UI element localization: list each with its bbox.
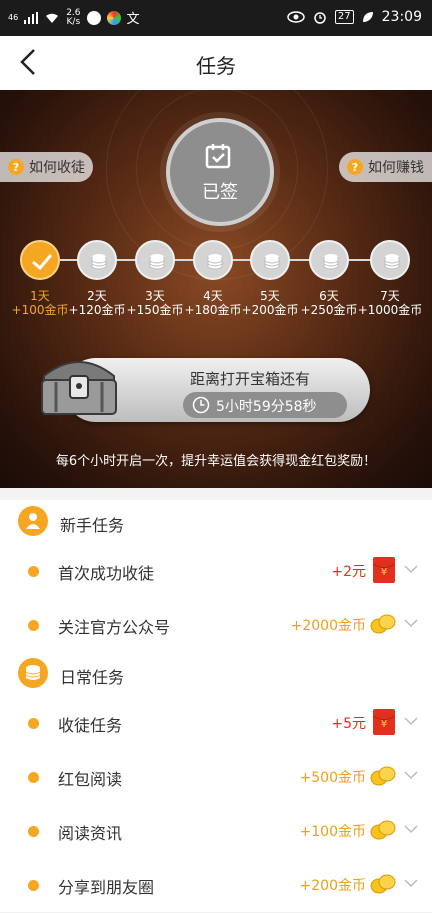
day-4-circle[interactable] <box>193 240 233 280</box>
timeline-dot <box>28 620 39 631</box>
chest-timer: 5小时59分58秒 <box>216 399 317 415</box>
timeline-dot <box>28 718 39 729</box>
gold-coins-icon <box>370 820 396 840</box>
task-reward: +2元 <box>331 564 366 580</box>
clock-icon <box>192 396 210 414</box>
signal-label: 46 <box>8 13 19 22</box>
how-to-recruit-label: 如何收徒 <box>29 160 85 176</box>
chevron-down-icon[interactable] <box>404 564 418 574</box>
wifi-icon <box>46 13 59 23</box>
task-label: 关注官方公众号 <box>58 618 171 637</box>
section-title: 日常任务 <box>60 668 125 687</box>
coin-stack-icon <box>149 254 165 270</box>
question-icon: ? <box>8 159 24 175</box>
checkmark-icon <box>32 254 53 271</box>
signin-button[interactable]: 已签 <box>166 118 274 226</box>
svg-text:¥: ¥ <box>381 567 387 578</box>
task-label: 收徒任务 <box>58 716 123 735</box>
day-5-circle[interactable] <box>250 240 290 280</box>
battery-icon: 27 <box>334 10 354 24</box>
timeline-dot <box>28 880 39 891</box>
how-to-earn-button[interactable]: ? 如何赚钱 <box>339 152 432 182</box>
task-label: 首次成功收徒 <box>58 564 155 583</box>
question-icon: ? <box>347 159 363 175</box>
chevron-down-icon[interactable] <box>404 716 418 726</box>
day-3-circle[interactable] <box>135 240 175 280</box>
status-right: 27 23:09 <box>287 9 422 25</box>
task-row[interactable]: 收徒任务 +5元 ¥ <box>0 696 432 751</box>
day-reward: +1000金币 <box>357 303 423 317</box>
svg-text:¥: ¥ <box>381 719 387 730</box>
leaf-icon <box>362 12 373 22</box>
timeline-dot <box>28 772 39 783</box>
section-header-daily: 日常任务 <box>0 652 432 697</box>
task-row[interactable]: 关注官方公众号 +2000金币 <box>0 598 432 653</box>
task-row[interactable]: 红包阅读 +500金币 <box>0 750 432 805</box>
coin-stack-icon <box>323 254 339 270</box>
day-6-circle[interactable] <box>309 240 349 280</box>
signin-label: 已签 <box>202 182 238 203</box>
task-reward: +2000金币 <box>290 618 366 634</box>
section-gap <box>0 488 432 500</box>
eye-icon <box>287 11 305 23</box>
chevron-down-icon[interactable] <box>404 878 418 888</box>
alarm-icon <box>314 12 326 24</box>
calendar-check-icon <box>205 144 231 169</box>
section-title: 新手任务 <box>60 516 125 535</box>
task-row[interactable]: 阅读资讯 +100金币 <box>0 804 432 859</box>
chevron-down-icon[interactable] <box>404 618 418 628</box>
net-speed: 2.6 K/s <box>66 7 81 27</box>
coin-stack-icon <box>264 254 280 270</box>
day-7-circle[interactable] <box>370 240 410 280</box>
day-2-circle[interactable] <box>77 240 117 280</box>
red-envelope-icon: ¥ <box>372 709 396 735</box>
app-circle-icon <box>106 10 121 25</box>
chest-hint: 每6个小时开启一次，提升幸运值会获得现金红包奖励！ <box>55 454 377 469</box>
translate-icon: 文 <box>126 12 140 27</box>
section-header-newbie: 新手任务 <box>0 500 432 545</box>
timeline-dot <box>28 566 39 577</box>
how-to-recruit-button[interactable]: ? 如何收徒 <box>0 152 93 182</box>
coin-stack-icon <box>91 254 107 270</box>
status-left: 46 2.6 K/s 文 <box>8 8 140 27</box>
how-to-earn-label: 如何赚钱 <box>368 160 424 176</box>
day-count: 7天 <box>380 289 400 303</box>
signal-icon <box>24 11 39 24</box>
red-envelope-icon: ¥ <box>372 557 396 583</box>
chest-title: 距离打开宝箱还有 <box>190 370 311 388</box>
task-label: 红包阅读 <box>58 770 123 789</box>
gold-coins-icon <box>370 614 396 634</box>
task-label: 阅读资讯 <box>58 824 123 843</box>
coin-stack-icon <box>384 254 400 270</box>
day-7-label: 7天 +1000金币 <box>354 289 426 317</box>
chat-app-icon <box>86 10 101 25</box>
app-header: 任务 <box>0 36 432 90</box>
signin-hero: 已签 ? 如何收徒 ? 如何赚钱 距离打开宝箱还有 5小时59分58秒 每6个小… <box>0 90 432 488</box>
coin-stack-icon <box>207 254 223 270</box>
user-icon <box>18 506 48 536</box>
task-row[interactable]: 分享到朋友圈 +200金币 <box>0 858 432 913</box>
chevron-down-icon[interactable] <box>404 824 418 834</box>
gold-coins-icon <box>370 874 396 894</box>
status-bar: 46 2.6 K/s 文 27 23:09 <box>0 0 432 36</box>
chevron-down-icon[interactable] <box>404 770 418 780</box>
task-reward: +500金币 <box>299 770 366 786</box>
day-1-circle[interactable] <box>20 240 60 280</box>
coins-icon <box>18 658 48 688</box>
timeline-dot <box>28 826 39 837</box>
clock-time: 23:09 <box>381 9 422 25</box>
task-reward: +100金币 <box>299 824 366 840</box>
page-title: 任务 <box>196 54 236 78</box>
treasure-chest-icon <box>41 361 117 415</box>
task-row[interactable]: 首次成功收徒 +2元 ¥ <box>0 544 432 599</box>
task-reward: +5元 <box>331 716 366 732</box>
gold-coins-icon <box>370 766 396 786</box>
task-reward: +200金币 <box>299 878 366 894</box>
task-label: 分享到朋友圈 <box>58 878 155 897</box>
